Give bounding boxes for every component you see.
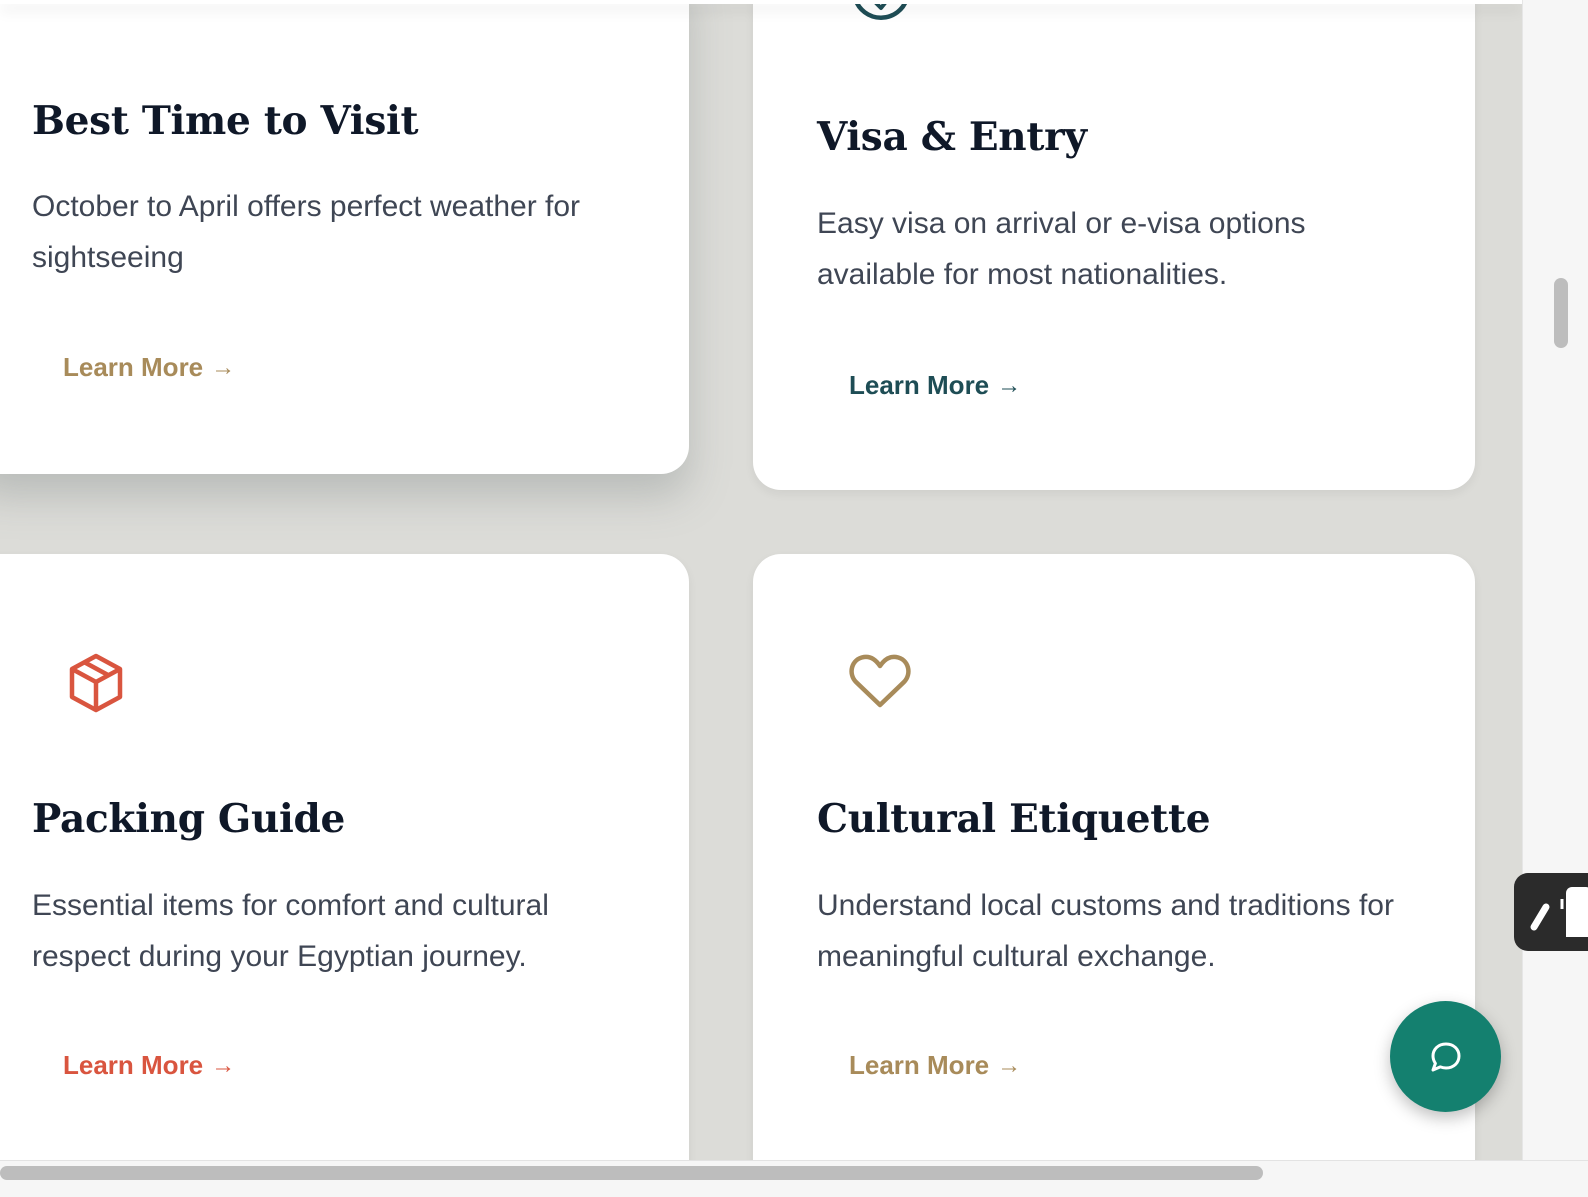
horizontal-scrollbar-thumb[interactable] [0, 1166, 1263, 1180]
arrow-right-icon: → [997, 371, 1022, 399]
arrow-right-icon: → [211, 353, 236, 381]
card-cultural-etiquette: Cultural Etiquette Understand local cust… [753, 554, 1475, 1160]
heart-icon [849, 652, 911, 715]
learn-more-link[interactable]: Learn More → [849, 1050, 1021, 1081]
chat-bubble-icon [1429, 1040, 1463, 1074]
learn-more-link[interactable]: Learn More → [63, 352, 235, 383]
card-title: Packing Guide [32, 796, 345, 842]
learn-more-label: Learn More [849, 1050, 990, 1080]
header-shadow [0, 0, 1522, 4]
learn-more-label: Learn More [63, 1050, 204, 1080]
card-description: Understand local customs and traditions … [817, 889, 1394, 973]
page-viewport: Best Time to Visit October to April offe… [0, 0, 1522, 1160]
card-title: Best Time to Visit [32, 98, 419, 144]
vertical-scrollbar-thumb[interactable] [1554, 278, 1568, 348]
card-description: Essential items for comfort and cultural… [32, 889, 549, 973]
card-description: October to April offers perfect weather … [32, 190, 581, 274]
vertical-scrollbar[interactable] [1522, 0, 1588, 1160]
learn-more-link[interactable]: Learn More → [849, 370, 1021, 401]
card-visa-entry: Visa & Entry Easy visa on arrival or e-v… [753, 0, 1475, 490]
learn-more-label: Learn More [849, 370, 990, 400]
learn-more-link[interactable]: Learn More → [63, 1050, 235, 1081]
side-extension-widget[interactable] [1514, 873, 1588, 951]
package-icon [66, 652, 126, 719]
arrow-right-icon: → [211, 1051, 236, 1079]
chat-button[interactable] [1390, 1001, 1501, 1112]
check-circle-icon [851, 0, 913, 37]
arrow-right-icon: → [997, 1051, 1022, 1079]
card-title: Cultural Etiquette [817, 796, 1211, 842]
card-description: Easy visa on arrival or e-visa options a… [817, 207, 1306, 291]
card-best-time-to-visit: Best Time to Visit October to April offe… [0, 0, 689, 474]
extension-widget-icon [1528, 887, 1588, 947]
learn-more-label: Learn More [63, 352, 204, 382]
card-title: Visa & Entry [817, 114, 1087, 160]
card-packing-guide: Packing Guide Essential items for comfor… [0, 554, 689, 1160]
